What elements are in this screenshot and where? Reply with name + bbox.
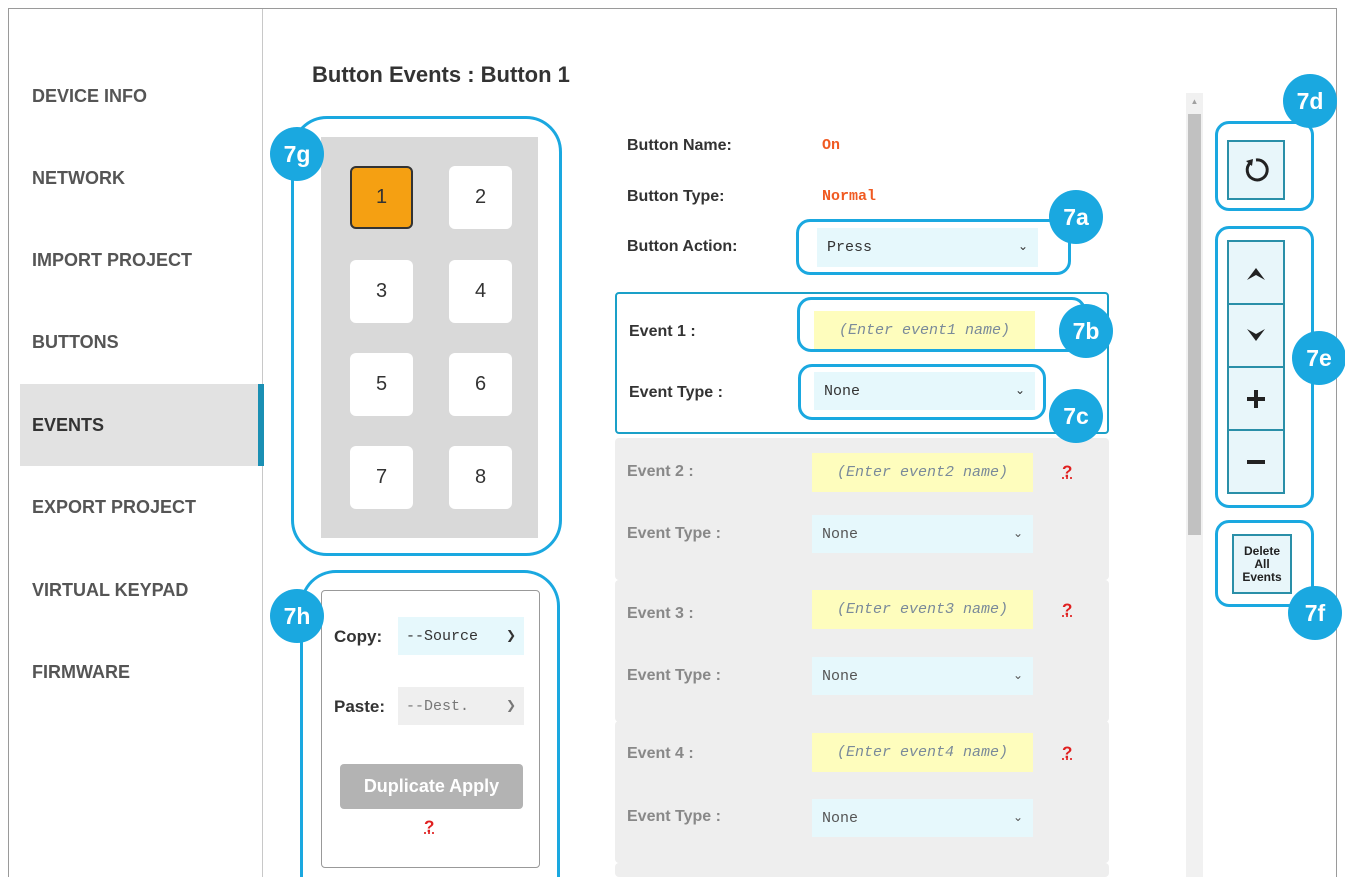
button-name-label: Button Name: — [627, 137, 732, 154]
paste-dest-value: --Dest. — [406, 697, 470, 715]
event-1-type-value: None — [824, 382, 861, 400]
sidebar-item-firmware[interactable]: FIRMWARE — [20, 631, 263, 713]
chevron-down-icon: ⌄ — [1012, 810, 1023, 824]
event-4-type-select[interactable]: None ⌄ — [812, 799, 1033, 837]
duplicate-apply-button[interactable]: Duplicate Apply — [340, 764, 523, 809]
move-down-button[interactable] — [1227, 303, 1285, 368]
sidebar-item-export-project[interactable]: EXPORT PROJECT — [20, 466, 263, 548]
callout-badge-7a: 7a — [1049, 190, 1103, 244]
help-icon[interactable]: ? — [1062, 600, 1072, 620]
callout-badge-7d: 7d — [1283, 74, 1337, 128]
event-card-2: Event 2 : (Enter event2 name) ? Event Ty… — [615, 438, 1109, 580]
event-4-name-input[interactable]: (Enter event4 name) — [812, 733, 1033, 772]
event-4-type-value: None — [822, 809, 859, 827]
chevron-up-icon — [1247, 267, 1265, 280]
copy-source-select[interactable]: --Source ❯ — [398, 617, 524, 655]
button-action-label: Button Action: — [627, 238, 738, 255]
delete-all-line-2: All — [1254, 556, 1270, 571]
sidebar-item-import-project[interactable]: IMPORT PROJECT — [20, 219, 263, 301]
help-icon[interactable]: ? — [424, 817, 434, 837]
event-1-type-label: Event Type : — [629, 384, 723, 401]
copy-source-value: --Source — [406, 627, 479, 645]
keypad-key-1[interactable]: 1 — [350, 166, 413, 229]
event-4-label: Event 4 : — [627, 745, 694, 762]
event-1-label: Event 1 : — [629, 323, 696, 340]
event-card-4: Event 4 : (Enter event4 name) ? Event Ty… — [615, 721, 1109, 863]
event-1-type-select[interactable]: None ⌄ — [814, 372, 1035, 410]
keypad-key-8[interactable]: 8 — [449, 446, 512, 509]
callout-badge-7g: 7g — [270, 127, 324, 181]
event-1-name-input[interactable]: (Enter event1 name) — [814, 311, 1035, 350]
keypad-key-3[interactable]: 3 — [350, 260, 413, 323]
keypad-key-4[interactable]: 4 — [449, 260, 512, 323]
event-2-label: Event 2 : — [627, 463, 694, 480]
chevron-down-icon: ❯ — [505, 628, 516, 642]
button-name-value: On — [822, 137, 841, 154]
callout-badge-7e: 7e — [1292, 331, 1345, 385]
button-action-value: Press — [827, 239, 873, 256]
help-icon[interactable]: ? — [1062, 462, 1072, 482]
keypad-key-7[interactable]: 7 — [350, 446, 413, 509]
event-3-type-select[interactable]: None ⌄ — [812, 657, 1033, 695]
keypad: 1 2 3 4 5 6 7 8 — [321, 137, 538, 538]
help-icon[interactable]: ? — [1062, 743, 1072, 763]
copy-label: Copy: — [334, 627, 383, 646]
sidebar-item-buttons[interactable]: BUTTONS — [20, 301, 263, 383]
chevron-down-icon: ⌄ — [1014, 383, 1025, 397]
minus-icon — [1247, 459, 1265, 464]
callout-badge-7h: 7h — [270, 589, 324, 643]
event-card-5 — [615, 863, 1109, 877]
event-2-type-value: None — [822, 525, 859, 543]
scroll-thumb[interactable] — [1188, 114, 1201, 535]
sidebar-item-device-info[interactable]: DEVICE INFO — [20, 55, 263, 137]
event-4-type-label: Event Type : — [627, 808, 721, 825]
callout-badge-7b: 7b — [1059, 304, 1113, 358]
page-title: Button Events : Button 1 — [312, 62, 570, 87]
paste-label: Paste: — [334, 697, 386, 716]
remove-event-button[interactable] — [1227, 429, 1285, 494]
refresh-icon — [1245, 158, 1269, 182]
keypad-key-6[interactable]: 6 — [449, 353, 512, 416]
event-2-type-label: Event Type : — [627, 525, 721, 542]
event-3-type-label: Event Type : — [627, 667, 721, 684]
button-action-select[interactable]: Press ⌄ — [817, 228, 1038, 267]
button-type-value: Normal — [822, 188, 877, 205]
event-3-type-value: None — [822, 667, 859, 685]
event-card-1: Event 1 : (Enter event1 name) Event Type… — [615, 292, 1109, 434]
delete-all-line-1: Delete — [1243, 543, 1281, 558]
scrollbar[interactable]: ▲ — [1186, 93, 1203, 877]
plus-icon — [1247, 389, 1265, 408]
delete-all-line-3: Events — [1242, 569, 1282, 584]
move-up-button[interactable] — [1227, 240, 1285, 305]
refresh-button[interactable] — [1227, 140, 1285, 200]
keypad-key-5[interactable]: 5 — [350, 353, 413, 416]
sidebar-item-events[interactable]: EVENTS — [20, 384, 264, 466]
callout-badge-7f: 7f — [1288, 586, 1342, 640]
event-2-type-select[interactable]: None ⌄ — [812, 515, 1033, 553]
copy-paste-panel: Copy: --Source ❯ Paste: --Dest. ❯ Duplic… — [321, 590, 540, 868]
scroll-up-arrow-icon[interactable]: ▲ — [1186, 93, 1203, 110]
event-3-label: Event 3 : — [627, 605, 694, 622]
chevron-down-icon: ⌄ — [1012, 526, 1023, 540]
chevron-down-icon: ❯ — [505, 698, 516, 712]
sidebar-item-virtual-keypad[interactable]: VIRTUAL KEYPAD — [20, 549, 263, 631]
event-2-name-input[interactable]: (Enter event2 name) — [812, 453, 1033, 492]
callout-badge-7c: 7c — [1049, 389, 1103, 443]
delete-all-events-button[interactable]: Delete All Events — [1232, 534, 1292, 594]
keypad-key-2[interactable]: 2 — [449, 166, 512, 229]
chevron-down-icon: ⌄ — [1012, 668, 1023, 682]
button-type-label: Button Type: — [627, 188, 725, 205]
add-event-button[interactable] — [1227, 366, 1285, 431]
chevron-down-icon — [1247, 328, 1265, 341]
chevron-down-icon: ⌄ — [1017, 239, 1028, 253]
event-3-name-input[interactable]: (Enter event3 name) — [812, 590, 1033, 629]
sidebar-item-network[interactable]: NETWORK — [20, 137, 263, 219]
event-card-3: Event 3 : (Enter event3 name) ? Event Ty… — [615, 580, 1109, 722]
paste-dest-select[interactable]: --Dest. ❯ — [398, 687, 524, 725]
